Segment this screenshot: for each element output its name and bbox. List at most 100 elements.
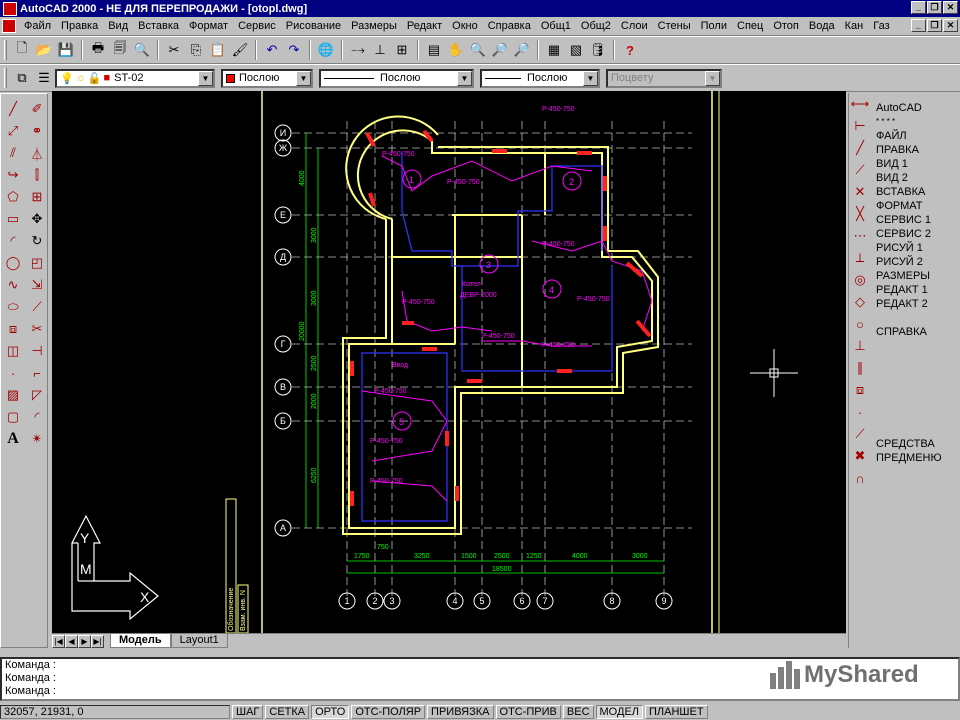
copy-object-icon[interactable]: ⚭ bbox=[26, 120, 48, 142]
dimension-aligned-icon[interactable]: ⊢ bbox=[849, 115, 871, 137]
construction-line-icon[interactable]: ⤢ bbox=[2, 120, 24, 142]
move-icon[interactable]: ✥ bbox=[26, 208, 48, 230]
menu-item-walls[interactable]: Стены bbox=[653, 20, 696, 32]
menu-item-window[interactable]: Окно bbox=[447, 20, 483, 32]
toolbar-grip[interactable] bbox=[4, 68, 7, 88]
screen-menu-file[interactable]: ФАЙЛ bbox=[873, 129, 960, 143]
chevron-down-icon[interactable]: ▼ bbox=[296, 70, 311, 86]
menu-item-modify[interactable]: Редакт bbox=[402, 20, 447, 32]
screen-menu-edit[interactable]: ПРАВКА bbox=[873, 143, 960, 157]
arc-icon[interactable]: ◜ bbox=[2, 230, 24, 252]
trim-icon[interactable]: ✂ bbox=[26, 318, 48, 340]
doc-close-button[interactable]: ✕ bbox=[943, 19, 958, 32]
multiline-icon[interactable]: ⫽ bbox=[2, 142, 24, 164]
copy-icon[interactable]: ⎘ bbox=[185, 39, 207, 61]
chevron-down-icon[interactable]: ▼ bbox=[457, 70, 472, 86]
match-properties-icon[interactable]: 🖌 bbox=[229, 39, 251, 61]
polygon-icon[interactable]: ⬠ bbox=[2, 186, 24, 208]
erase-icon[interactable]: ✐ bbox=[26, 98, 48, 120]
menu-item-dimension[interactable]: Размеры bbox=[346, 20, 402, 32]
center-snap-icon[interactable]: ◎ bbox=[849, 269, 871, 291]
apparent-snap-icon[interactable]: ⟂ bbox=[849, 247, 871, 269]
next-tab-button[interactable]: ▶ bbox=[78, 634, 91, 648]
mirror-icon[interactable]: ⏃ bbox=[26, 142, 48, 164]
snap-toggle[interactable]: ШАГ bbox=[232, 705, 264, 719]
chamfer-icon[interactable]: ◸ bbox=[26, 384, 48, 406]
screen-menu-format[interactable]: ФОРМАТ bbox=[873, 199, 960, 213]
toolbar-grip[interactable] bbox=[4, 40, 7, 60]
fillet-icon[interactable]: ◜ bbox=[26, 406, 48, 428]
doc-restore-button[interactable]: ❐ bbox=[927, 19, 942, 32]
spline-icon[interactable]: ∿ bbox=[2, 274, 24, 296]
chevron-down-icon[interactable]: ▼ bbox=[583, 70, 598, 86]
screen-menu-view1[interactable]: ВИД 1 bbox=[873, 157, 960, 171]
intersection-snap-icon[interactable]: ✕ bbox=[849, 181, 871, 203]
screen-menu-view2[interactable]: ВИД 2 bbox=[873, 171, 960, 185]
last-tab-button[interactable]: ▶| bbox=[91, 634, 104, 648]
menu-item-common2[interactable]: Общ2 bbox=[576, 20, 616, 32]
rotate-icon[interactable]: ↻ bbox=[26, 230, 48, 252]
linetype-select[interactable]: Послою ▼ bbox=[319, 68, 474, 88]
screen-menu-help[interactable]: СПРАВКА bbox=[873, 325, 960, 339]
screen-menu-dims[interactable]: РАЗМЕРЫ bbox=[873, 269, 960, 283]
tab-layout1[interactable]: Layout1 bbox=[170, 634, 228, 648]
autocad-app-icon[interactable] bbox=[3, 1, 17, 16]
chevron-down-icon[interactable]: ▼ bbox=[198, 70, 213, 86]
make-layer-current-icon[interactable]: ⧉ bbox=[11, 67, 33, 89]
lineweight-toggle[interactable]: ВЕС bbox=[562, 705, 594, 719]
lineweight-select[interactable]: Послою ▼ bbox=[480, 68, 600, 88]
polyline-icon[interactable]: ↪ bbox=[2, 164, 24, 186]
menu-item-format[interactable]: Формат bbox=[184, 20, 233, 32]
ucs-icon[interactable]: ⊥ bbox=[369, 39, 391, 61]
tab-model[interactable]: Модель bbox=[110, 634, 171, 648]
help-icon[interactable]: ? bbox=[619, 39, 641, 61]
color-select[interactable]: Послою ▼ bbox=[221, 68, 313, 88]
screen-menu-draw2[interactable]: РИСУЙ 2 bbox=[873, 255, 960, 269]
text-icon[interactable]: A bbox=[2, 428, 24, 450]
prev-tab-button[interactable]: ◀ bbox=[65, 634, 78, 648]
nearest-snap-icon[interactable]: ⟋ bbox=[849, 423, 871, 445]
break-icon[interactable]: ⌐ bbox=[26, 362, 48, 384]
menu-item-tools[interactable]: Сервис bbox=[233, 20, 281, 32]
polyline-tool-icon[interactable]: ⟋ bbox=[849, 159, 871, 181]
inquiry-icon[interactable]: ⊞ bbox=[391, 39, 413, 61]
document-icon[interactable] bbox=[2, 19, 16, 33]
close-button[interactable]: ✕ bbox=[943, 1, 958, 14]
explode-icon[interactable]: ✴ bbox=[26, 428, 48, 450]
menu-item-floors[interactable]: Поли bbox=[696, 20, 732, 32]
screen-menu-tools1[interactable]: СЕРВИС 1 bbox=[873, 213, 960, 227]
undo-icon[interactable]: ↶ bbox=[261, 39, 283, 61]
circle-icon[interactable]: ◯ bbox=[2, 252, 24, 274]
find-icon[interactable]: 🔍 bbox=[131, 39, 153, 61]
lengthen-icon[interactable]: ⟋ bbox=[26, 296, 48, 318]
menu-item-edit[interactable]: Правка bbox=[56, 20, 103, 32]
drawing-canvas[interactable]: Обозначение Взам. инв. N 1 2 3 4 5 Р-450… bbox=[52, 91, 846, 633]
extend-icon[interactable]: ⊣ bbox=[26, 340, 48, 362]
none-snap-icon[interactable]: ✖ bbox=[849, 445, 871, 467]
menu-item-sewer[interactable]: Кан bbox=[840, 20, 869, 32]
midpoint-snap-icon[interactable]: ╳ bbox=[849, 203, 871, 225]
pan-icon[interactable]: ✋ bbox=[445, 39, 467, 61]
model-toggle[interactable]: МОДЕЛ bbox=[595, 705, 643, 719]
dimension-linear-icon[interactable]: ⟷ bbox=[849, 93, 871, 115]
ortho-toggle[interactable]: ОРТО bbox=[311, 705, 350, 719]
zoom-previous-icon[interactable]: 🔎 bbox=[511, 39, 533, 61]
screen-menu-tools2[interactable]: СЕРВИС 2 bbox=[873, 227, 960, 241]
zoom-realtime-icon[interactable]: 🔍 bbox=[467, 39, 489, 61]
print-icon[interactable]: 🖶 bbox=[87, 39, 109, 61]
menu-item-common1[interactable]: Общ1 bbox=[536, 20, 576, 32]
screen-menu-tools-2[interactable]: ПРЕДМЕНЮ bbox=[873, 451, 960, 465]
region-icon[interactable]: ▢ bbox=[2, 406, 24, 428]
polar-toggle[interactable]: ОТС-ПОЛЯР bbox=[351, 705, 426, 719]
screen-menu-stars[interactable]: * * * * bbox=[873, 115, 960, 129]
otrack-toggle[interactable]: ОТС-ПРИВ bbox=[495, 705, 561, 719]
make-block-icon[interactable]: ◫ bbox=[2, 340, 24, 362]
screen-menu-modify1[interactable]: РЕДАКТ 1 bbox=[873, 283, 960, 297]
grid-toggle[interactable]: СЕТКА bbox=[265, 705, 310, 719]
menu-item-special[interactable]: Спец bbox=[732, 20, 768, 32]
snap-icon[interactable]: ⤍ bbox=[347, 39, 369, 61]
menu-item-file[interactable]: Файл bbox=[19, 20, 56, 32]
paste-icon[interactable]: 📋 bbox=[207, 39, 229, 61]
cut-icon[interactable]: ✂ bbox=[163, 39, 185, 61]
new-icon[interactable]: 🗋 bbox=[11, 39, 33, 61]
